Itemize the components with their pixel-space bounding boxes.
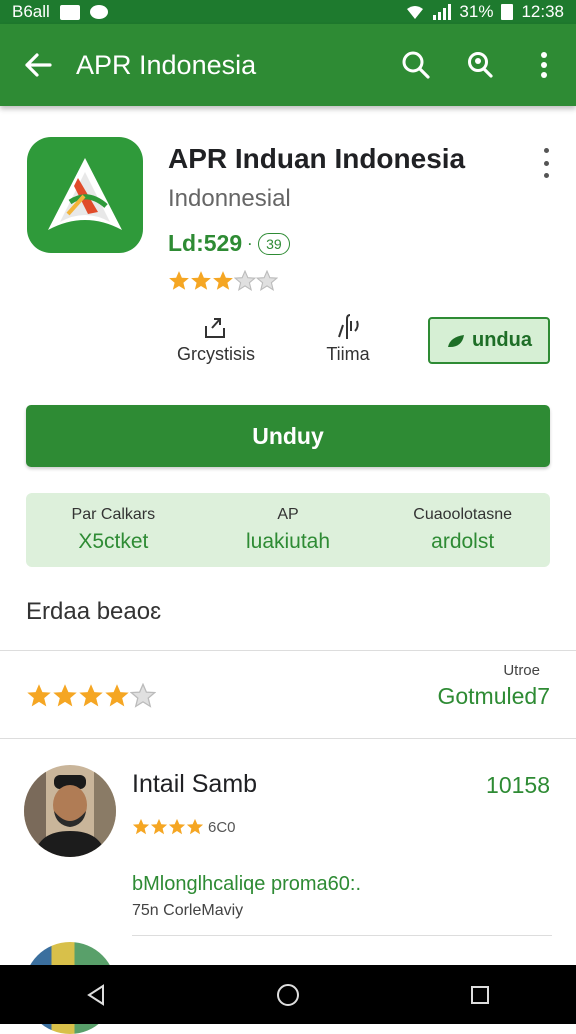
nav-recents-button[interactable]: [440, 965, 520, 1024]
divider: [0, 650, 576, 651]
star-filled-icon: [191, 271, 211, 290]
wifi-icon: [407, 6, 424, 19]
info-value: X5ctket: [78, 530, 149, 553]
secondary-download-label: undua: [472, 329, 532, 351]
system-nav-bar: [0, 965, 576, 1024]
app-rating-stars: [168, 270, 278, 292]
rating-label: Utroe: [503, 662, 540, 679]
info-value: luakiutah: [245, 530, 331, 553]
star-filled-icon: [53, 684, 77, 707]
info-label: Par Calkars: [71, 506, 156, 523]
app-bar: APR Indonesia: [0, 24, 576, 106]
overall-rating-stars: [26, 683, 156, 709]
battery-icon: [501, 4, 514, 20]
info-column: Cuaoolotasne ardolst: [375, 506, 550, 554]
star-filled-icon: [150, 818, 168, 835]
app-overflow-button[interactable]: [534, 148, 558, 178]
install-button-label: Unduy: [252, 422, 324, 449]
notification-image-icon: [59, 4, 80, 20]
star-filled-icon: [105, 684, 129, 707]
review-title[interactable]: bMlonglhcaliqe proma60:.: [132, 873, 361, 896]
app-price: Ld:529 · 39: [168, 230, 290, 257]
secondary-download-button[interactable]: undua: [428, 317, 550, 364]
info-column: AP luakiutah: [201, 506, 376, 554]
price-value: Ld:529: [168, 230, 243, 256]
star-filled-icon: [168, 818, 186, 835]
meta-share[interactable]: Grcystisis: [168, 310, 264, 365]
info-column: Par Calkars X5ctket: [26, 506, 201, 554]
star-filled-icon: [27, 684, 51, 707]
price-separator: ·: [248, 236, 253, 251]
info-panel: Par Calkars X5ctket AP luakiutah Cuaoolo…: [26, 493, 550, 567]
overflow-menu-button[interactable]: [512, 24, 576, 106]
info-value: ardolst: [431, 530, 495, 553]
status-carrier: B6all: [12, 2, 50, 21]
signal-icon: [433, 4, 452, 20]
search-button[interactable]: [384, 24, 448, 106]
nav-home-button[interactable]: [248, 965, 328, 1024]
reviewer-name: Intail Samb: [132, 770, 258, 798]
search-icon: [402, 51, 430, 79]
divider: [0, 738, 576, 739]
battery-percent: 31%: [459, 2, 494, 21]
app-developer: Indonnesial: [168, 185, 291, 212]
star-filled-icon: [132, 818, 150, 835]
app-bar-title: APR Indonesia: [76, 49, 257, 80]
app-name: APR Induan Indonesia: [168, 143, 466, 174]
section-title: Erdaa beaoɛ: [26, 598, 162, 625]
dot-icon: [543, 173, 549, 178]
notification-chat-icon: [89, 5, 108, 19]
review-subtitle: 75n CorleMaviy: [132, 902, 244, 919]
status-bar: B6all 31% 12:38: [0, 0, 576, 24]
meta-touch-label: Tiima: [326, 344, 370, 364]
triangle-back-icon: [87, 983, 104, 1006]
search-person-button[interactable]: [448, 24, 512, 106]
rating-value[interactable]: Gotmuled7: [437, 683, 550, 710]
touch-icon: [338, 314, 359, 339]
install-button[interactable]: Unduy: [26, 405, 550, 467]
back-button[interactable]: [0, 24, 76, 106]
price-badge: 39: [258, 232, 290, 255]
review-star-number: 6C0: [208, 818, 236, 836]
info-label: Cuaoolotasne: [413, 506, 513, 523]
more-vert-icon: [541, 52, 547, 78]
dot-icon: [543, 160, 549, 166]
star-filled-icon: [186, 818, 204, 835]
divider: [132, 935, 552, 936]
review-stars: 6C0: [132, 818, 236, 836]
app-logo-icon: [27, 137, 143, 253]
star-empty-icon: [256, 270, 278, 291]
app-logo-graphic: [48, 158, 122, 230]
star-empty-icon: [130, 683, 156, 708]
leaf-icon: [448, 334, 464, 347]
status-time: 12:38: [521, 2, 564, 21]
square-recents-icon: [471, 985, 489, 1004]
search-person-icon: [468, 52, 493, 78]
star-filled-icon: [79, 684, 103, 707]
circle-home-icon: [277, 983, 299, 1006]
star-filled-icon: [169, 271, 189, 290]
nav-back-button[interactable]: [56, 965, 136, 1024]
star-filled-icon: [213, 271, 233, 290]
meta-touch[interactable]: Tiima: [310, 310, 386, 365]
info-label: AP: [277, 506, 299, 523]
meta-share-label: Grcystisis: [177, 344, 255, 364]
review-count: 10158: [486, 772, 550, 798]
avatar[interactable]: [24, 765, 116, 857]
share-icon: [205, 318, 225, 338]
star-empty-icon: [234, 270, 256, 291]
dot-icon: [543, 148, 549, 153]
arrow-left-icon: [25, 53, 52, 77]
avatar-image: [24, 765, 116, 857]
